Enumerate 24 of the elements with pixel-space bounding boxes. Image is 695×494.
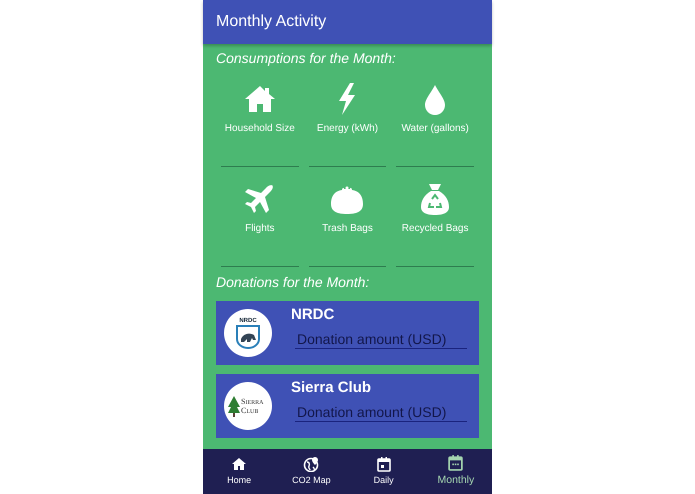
field-label: Trash Bags <box>322 222 373 236</box>
section-heading: Consumptions for the Month: <box>216 49 397 68</box>
field-label: Energy (kWh) <box>316 122 378 136</box>
app-title: Monthly Activity <box>203 0 492 44</box>
nav-tab[interactable]: Home <box>203 449 276 494</box>
logo-text: Sierra Club <box>241 397 264 415</box>
nav-tab[interactable]: CO2 Map <box>275 449 348 494</box>
section-heading: Donations for the Month: <box>216 273 370 292</box>
organization-name: Sierra Club <box>291 379 372 398</box>
calendar-icon <box>447 454 464 471</box>
nav-tab[interactable]: Daily <box>348 449 420 494</box>
field-label: Household Size <box>224 122 295 136</box>
field-label: Water (gallons) <box>401 122 469 136</box>
field-label: Recycled Bags <box>402 222 468 236</box>
tree-icon <box>227 395 241 417</box>
home-icon <box>231 456 248 472</box>
donation-amount-field[interactable]: Donation amount (USD) <box>295 403 467 422</box>
bear-shield-icon <box>235 324 261 348</box>
organization-name: NRDC <box>291 306 336 324</box>
nav-tab[interactable]: Monthly <box>420 449 492 494</box>
globe-pin-icon <box>303 456 320 472</box>
field-label: Flights <box>245 222 275 236</box>
calendar-icon <box>376 456 392 472</box>
donation-amount-field[interactable]: Donation amount (USD) <box>295 330 467 350</box>
